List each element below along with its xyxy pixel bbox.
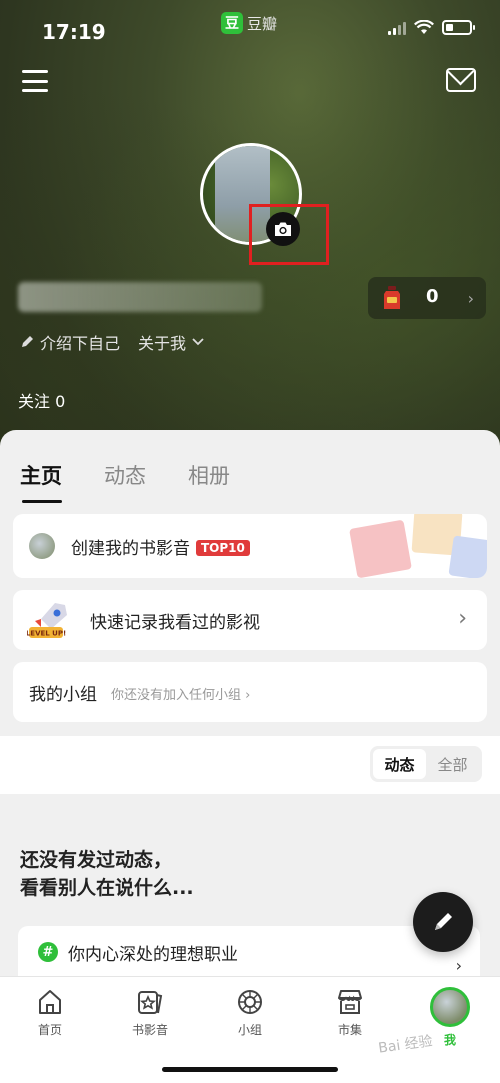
wifi-icon — [414, 20, 434, 34]
filter-option-activity[interactable]: 动态 — [373, 749, 426, 779]
avatar — [29, 533, 55, 559]
activity-filter-bar: 动态 全部 — [0, 736, 500, 794]
create-list-card[interactable]: 创建我的书影音 TOP10 — [13, 514, 487, 578]
pencil-icon — [22, 336, 33, 347]
empty-state-text: 还没有发过动态， 看看别人在说什么... — [20, 849, 194, 899]
app-name: 豆瓣 — [247, 14, 278, 33]
quick-record-card[interactable]: LEVEL UP! 快速记录我看过的影视 › — [13, 590, 487, 650]
compose-button[interactable] — [413, 892, 473, 952]
chevron-right-icon: › — [467, 289, 474, 308]
username-blurred — [18, 282, 262, 312]
home-indicator — [162, 1067, 338, 1072]
nav-groups[interactable]: 小组 — [210, 987, 290, 1038]
my-groups-subtitle: 你还没有加入任何小组 › — [111, 688, 251, 703]
svg-text:LEVEL UP!: LEVEL UP! — [27, 630, 66, 638]
tab-home[interactable]: 主页 — [20, 460, 62, 503]
top-nav — [0, 64, 500, 104]
flask-icon — [384, 286, 400, 309]
chevron-down-icon — [192, 338, 204, 346]
bottom-nav: 首页 书影音 小组 市集 我 — [0, 976, 500, 1083]
home-icon — [39, 990, 61, 1014]
topic-label: 你内心深处的理想职业 — [68, 945, 238, 965]
signal-icon — [388, 21, 406, 35]
decorative-cards-illustration — [349, 514, 487, 578]
nav-home[interactable]: 首页 — [10, 987, 90, 1038]
status-icons — [388, 20, 475, 35]
battery-icon — [442, 20, 475, 35]
rocket-icon: LEVEL UP! — [27, 603, 67, 638]
my-groups-title: 我的小组 — [29, 685, 97, 705]
intro-row: 介绍下自己 关于我 — [20, 330, 204, 354]
tab-album[interactable]: 相册 — [188, 460, 230, 490]
intro-link[interactable]: 介绍下自己 — [40, 330, 120, 354]
avatar — [430, 987, 470, 1027]
menu-icon[interactable] — [22, 70, 48, 92]
star-card-icon — [138, 991, 163, 1014]
filter-option-all[interactable]: 全部 — [426, 749, 479, 779]
douban-logo-icon: 豆 — [221, 12, 243, 34]
flask-badge-button[interactable]: 0 › — [368, 277, 486, 319]
about-me-label: 关于我 — [138, 334, 187, 353]
follow-count[interactable]: 关注 0 — [18, 388, 65, 412]
shop-icon — [338, 990, 362, 1014]
top10-badge: TOP10 — [196, 540, 250, 556]
hashtag-icon: # — [38, 942, 58, 962]
tab-activity[interactable]: 动态 — [104, 460, 146, 490]
nav-books-movies-music[interactable]: 书影音 — [110, 987, 190, 1038]
status-bar: 17:19 豆 豆瓣 — [0, 0, 500, 62]
mail-icon[interactable] — [446, 68, 476, 92]
chevron-right-icon: › — [458, 606, 467, 631]
group-icon — [238, 990, 262, 1014]
about-me-dropdown[interactable]: 关于我 — [138, 330, 204, 354]
status-time: 17:19 — [42, 20, 106, 44]
my-groups-card[interactable]: 我的小组 你还没有加入任何小组 › — [13, 662, 487, 722]
flask-count: 0 — [426, 286, 439, 307]
quick-record-label: 快速记录我看过的影视 — [90, 613, 260, 633]
chevron-right-icon: › — [455, 956, 462, 975]
annotation-highlight-box — [249, 204, 329, 265]
pen-icon — [435, 913, 452, 930]
app-indicator: 豆 豆瓣 — [221, 12, 277, 34]
create-list-label: 创建我的书影音 TOP10 — [71, 534, 250, 559]
nav-market[interactable]: 市集 — [310, 987, 390, 1038]
profile-tabs: 主页 动态 相册 — [20, 460, 230, 503]
activity-filter-toggle: 动态 全部 — [370, 746, 482, 782]
